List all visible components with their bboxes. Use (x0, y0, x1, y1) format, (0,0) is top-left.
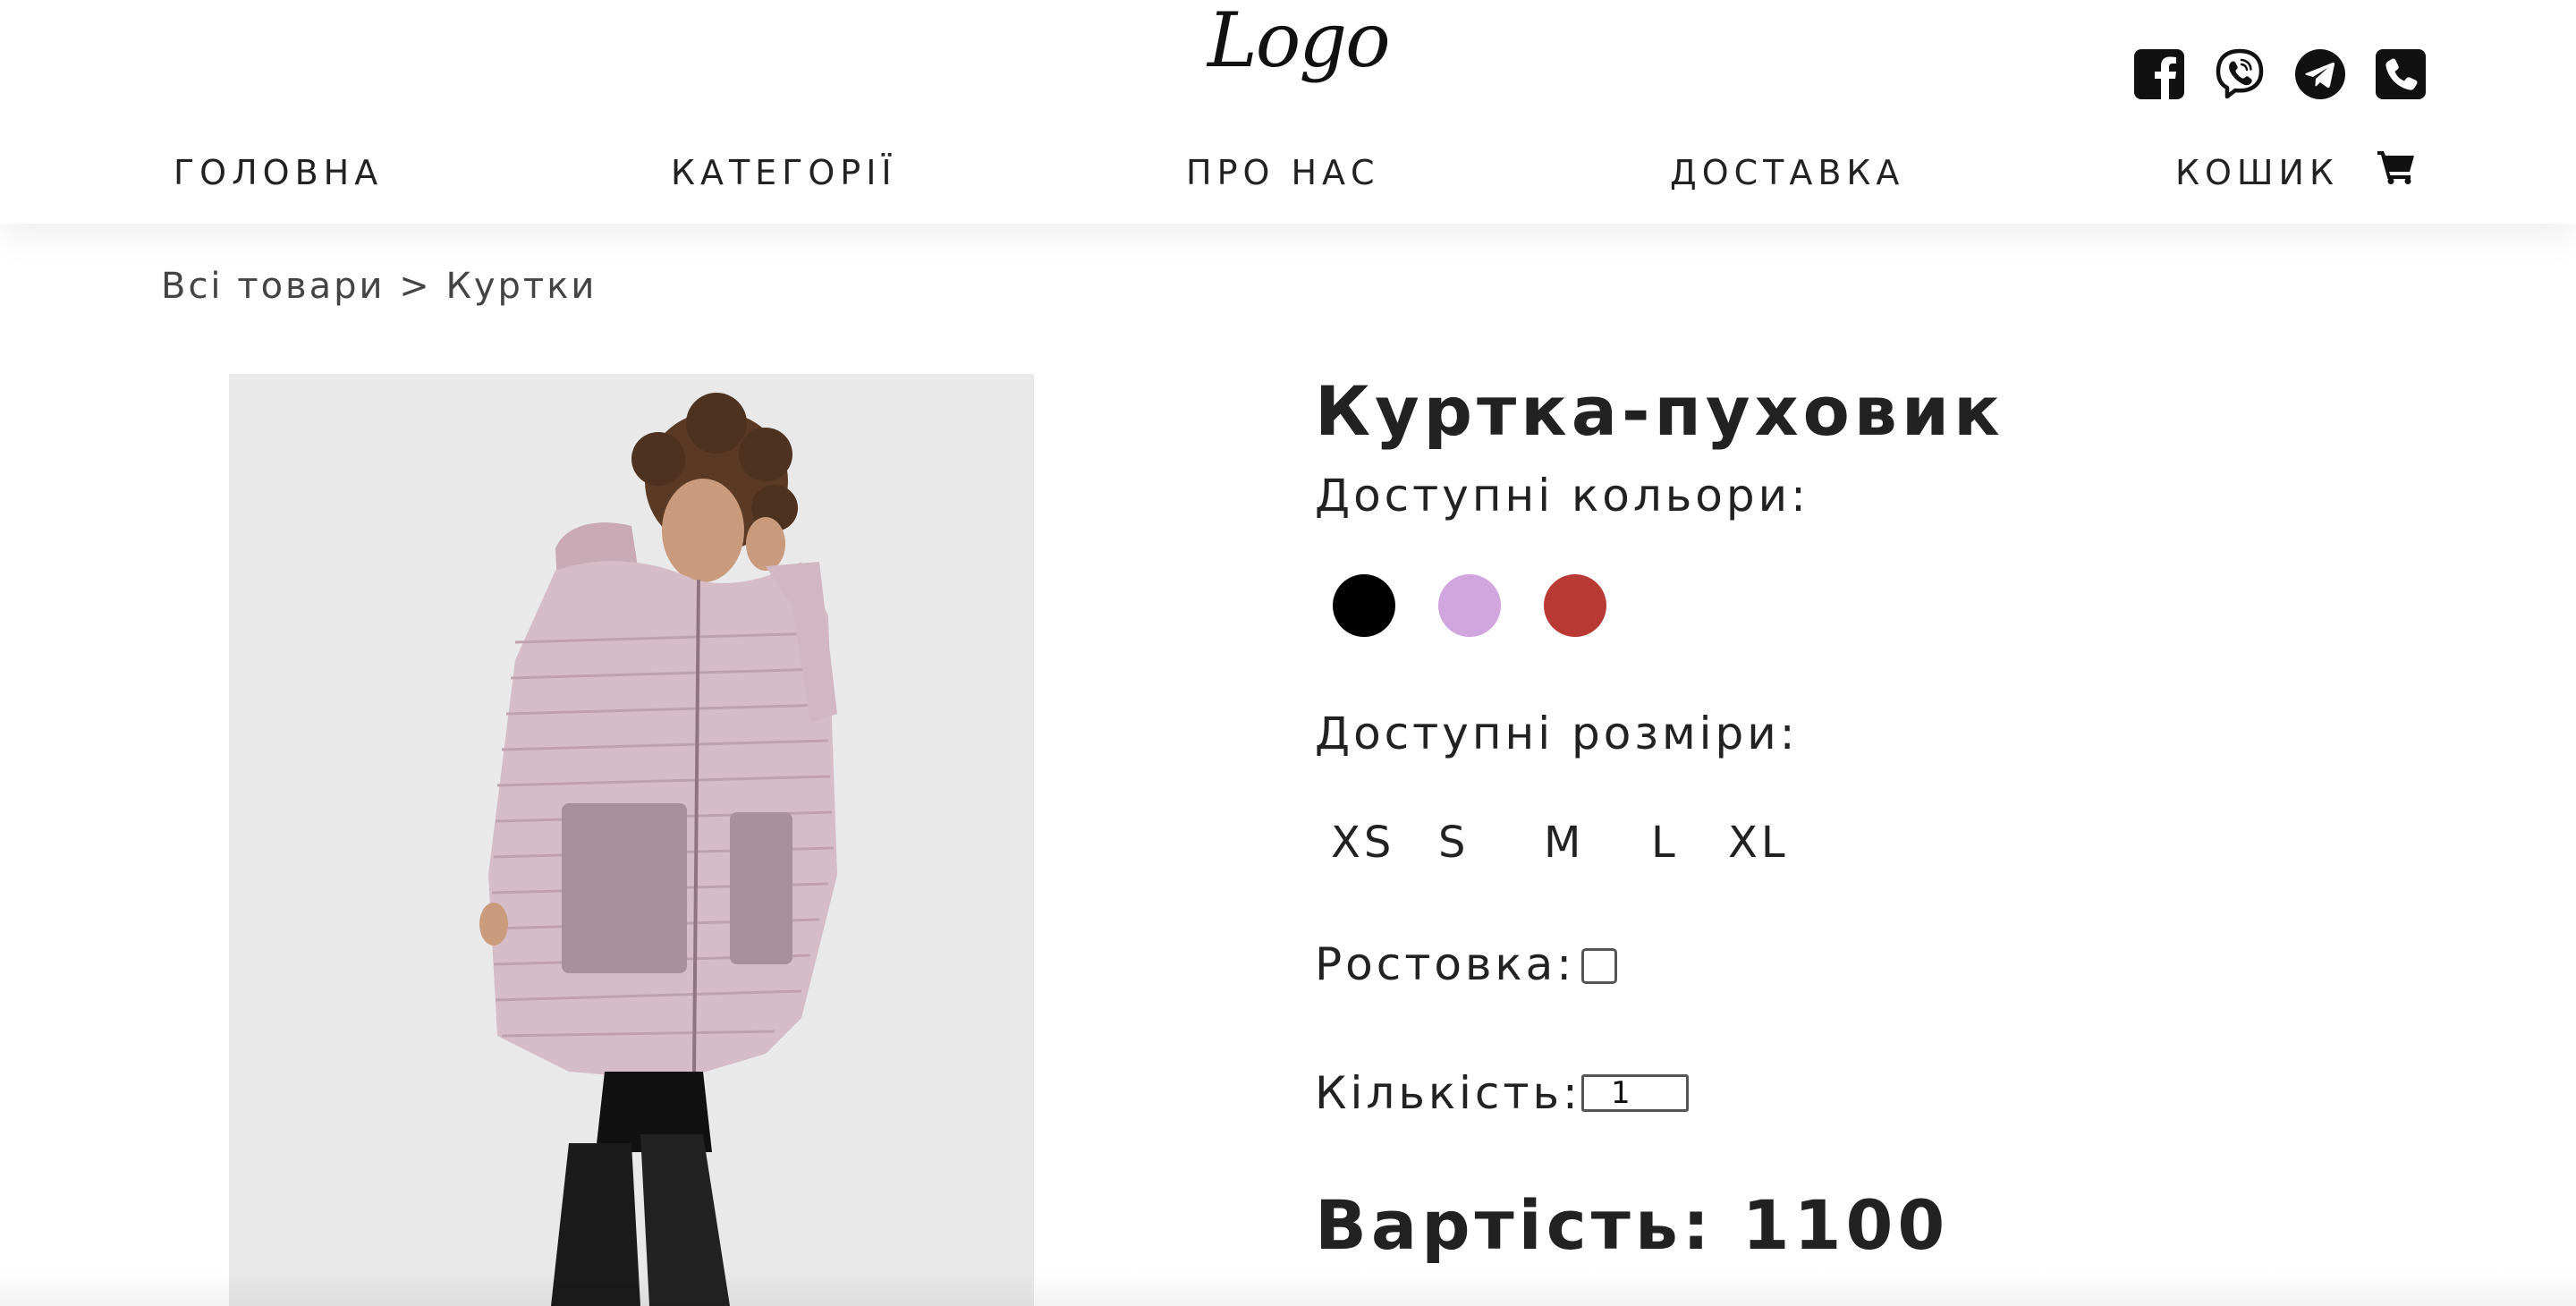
nav-delivery[interactable]: ДОСТАВКА (1670, 150, 1904, 195)
size-option-l[interactable]: L (1651, 814, 1728, 871)
breadcrumb-current[interactable]: Куртки (445, 266, 597, 307)
color-swatch-black[interactable] (1333, 574, 1395, 637)
rostovka-label: Ростовка: (1315, 938, 1576, 990)
site-header: Logo ГОЛОВНА КАТЕГОРІЇ ПРО НАС ДОСТАВКА … (0, 0, 2576, 224)
color-swatch-lilac[interactable] (1438, 574, 1501, 637)
social-links (2131, 47, 2428, 102)
logo[interactable]: Logo (1208, 0, 1391, 81)
telegram-icon[interactable] (2292, 47, 2348, 102)
viber-icon[interactable] (2212, 47, 2267, 102)
color-swatch-red[interactable] (1544, 574, 1606, 637)
phone-icon[interactable] (2373, 47, 2428, 102)
nav-cart-label: КОШИК (2175, 153, 2339, 192)
nav-about[interactable]: ПРО НАС (1186, 150, 1380, 195)
quantity-label: Кількість: (1315, 1067, 1581, 1119)
size-option-xl[interactable]: XL (1728, 814, 1789, 871)
breadcrumb: Всі товари > Куртки (161, 264, 597, 309)
product-image[interactable] (229, 374, 1034, 1306)
color-swatches (1333, 574, 1606, 637)
product-title: Куртка-пуховик (1315, 371, 2004, 451)
size-options: XS S M L XL (1331, 814, 1789, 871)
colors-label: Доступні кольори: (1315, 470, 1809, 522)
rostovka-checkbox[interactable] (1581, 948, 1617, 984)
product-details: Куртка-пуховик Доступні кольори: Доступн… (1315, 367, 2388, 1265)
main-nav: ГОЛОВНА КАТЕГОРІЇ ПРО НАС ДОСТАВКА КОШИК (0, 150, 2576, 195)
sizes-label: Доступні розміри: (1315, 708, 1799, 759)
nav-cart[interactable]: КОШИК (2175, 150, 2416, 195)
breadcrumb-all-products[interactable]: Всі товари (161, 266, 386, 307)
facebook-icon[interactable] (2131, 47, 2187, 102)
nav-home[interactable]: ГОЛОВНА (174, 150, 383, 195)
size-option-s[interactable]: S (1438, 814, 1544, 871)
cart-icon (2377, 148, 2416, 195)
nav-categories[interactable]: КАТЕГОРІЇ (671, 150, 897, 195)
size-option-xs[interactable]: XS (1331, 814, 1438, 871)
breadcrumb-separator: > (399, 266, 432, 307)
size-option-m[interactable]: M (1544, 814, 1651, 871)
product-price: Вартість: 1100 (1315, 1185, 1950, 1265)
quantity-input[interactable] (1581, 1074, 1689, 1112)
